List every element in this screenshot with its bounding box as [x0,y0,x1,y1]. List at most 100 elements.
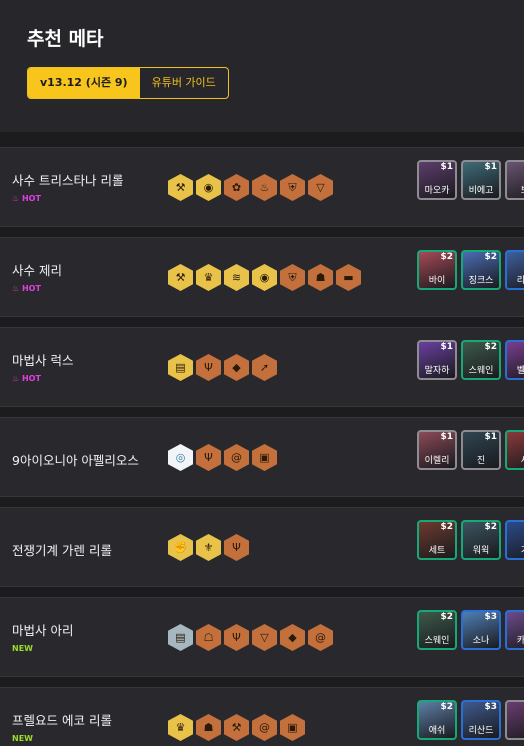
comp-row[interactable]: 사수 트리스타나 리롤 ♨ HOT ⚒◉✿♨⛨▽ $1 마오카 $1 비에고 $1뽀 [0,147,524,227]
new-badge: NEW [12,734,33,743]
comp-row[interactable]: 프렐요드 에코 리롤 NEW ♛ ☗ ⚒ @ ▣ $2 애쉬 $3 리산드 [0,687,524,746]
trait-flower-icon[interactable]: ✿ [224,174,249,201]
champion-portrait[interactable]: $2 바이 [417,250,457,290]
trait-drop-icon[interactable]: ◆ [224,354,249,381]
champion-cost: $1 [440,342,453,352]
trait-spiral-icon[interactable]: @ [252,714,277,741]
trait-shield-icon[interactable]: ⛨ [280,264,305,291]
trait-helmet-icon[interactable]: ⚜ [196,534,221,561]
champion-portrait[interactable]: $2 애쉬 [417,700,457,740]
champion-portrait[interactable]: $3카르 [505,610,524,650]
trait-cannon-icon[interactable]: ◉ [196,174,221,201]
champion-list: $1 이렐리 $1 진 $2세 [417,430,524,470]
champion-portrait[interactable]: $2 스웨인 [417,610,457,650]
trait-scroll-icon[interactable]: ▣ [280,714,305,741]
trait-ring-icon[interactable]: ◎ [168,444,193,471]
comp-name: 마법사 럭스 [12,353,74,368]
trait-cloak-icon[interactable]: ☖ [196,624,221,651]
trait-shield-icon[interactable]: ⛨ [280,174,305,201]
trait-flame-icon[interactable]: ♨ [252,174,277,201]
trait-arrow-icon[interactable]: ➚ [252,354,277,381]
comp-name: 마법사 아리 [12,623,74,638]
champion-portrait[interactable] [505,700,524,740]
champion-portrait[interactable]: $1 말자하 [417,340,457,380]
champion-portrait[interactable]: $3 리산드 [461,700,501,740]
champion-portrait[interactable]: $1 이렐리 [417,430,457,470]
trait-hammer-icon[interactable]: ⚒ [168,174,193,201]
champion-cost: $3 [484,702,497,712]
trait-drop-icon[interactable]: ◆ [280,624,305,651]
trait-fork-icon[interactable]: Ψ [224,534,249,561]
trait-book-icon[interactable]: ▤ [168,624,193,651]
champion-cost: $2 [484,522,497,532]
trait-hammer-icon[interactable]: ⚒ [224,714,249,741]
trait-list: ◎ Ψ @ ▣ [168,444,277,471]
champion-cost: $3 [484,612,497,622]
trait-list: ⚒ ♛ ≋ ◉ ⛨ ☗ ▬ [168,264,361,291]
comp-name: 프렐요드 에코 리롤 [12,713,112,728]
trait-fist-icon[interactable]: ✊ [168,534,193,561]
comp-row[interactable]: 사수 제리 ♨ HOT ⚒♛≋◉⛨☗▬ $2 바이 $2 징크스 $3리산 [0,237,524,317]
champion-portrait[interactable]: $3가 [505,520,524,560]
trait-scroll-icon[interactable]: ▣ [252,444,277,471]
champion-portrait[interactable]: $2세 [505,430,524,470]
comp-row[interactable]: 전쟁기계 가렌 리롤 ✊⚜Ψ $2 세트 $2 워윅 $3가 [0,507,524,587]
trait-triangle-icon[interactable]: ▽ [308,174,333,201]
champion-portrait[interactable]: $1 진 [461,430,501,470]
comp-row[interactable]: 마법사 럭스 ♨ HOT ▤Ψ◆➚ $1 말자하 $2 스웨인 $3벨코 [0,327,524,407]
trait-crown-icon[interactable]: ♛ [168,714,193,741]
champion-cost: $1 [484,162,497,172]
comp-row[interactable]: 9아이오니아 아펠리오스 ◎Ψ@▣ $1 이렐리 $1 진 $2세 [0,417,524,497]
trait-cannon-icon[interactable]: ◉ [252,264,277,291]
champion-portrait[interactable]: $2 스웨인 [461,340,501,380]
trait-mask-icon[interactable]: ☗ [308,264,333,291]
trait-spiral-icon[interactable]: @ [224,444,249,471]
trait-mask-icon[interactable]: ☗ [196,714,221,741]
champion-name: 소나 [472,636,490,646]
trait-book-icon[interactable]: ▤ [168,354,193,381]
champion-name: 진 [476,456,486,466]
trait-spiral-icon[interactable]: @ [308,624,333,651]
comp-name: 전쟁기계 가렌 리롤 [12,543,112,558]
trait-triangle-icon[interactable]: ▽ [252,624,277,651]
champion-portrait[interactable]: $1 비에고 [461,160,501,200]
champion-portrait[interactable]: $3리산 [505,250,524,290]
trait-fork-icon[interactable]: Ψ [196,444,221,471]
champion-list: $2 애쉬 $3 리산드 [417,700,524,740]
champion-name: 스웨인 [468,366,494,376]
hot-badge: ♨ HOT [12,284,41,293]
champion-portrait[interactable]: $1 마오카 [417,160,457,200]
champion-name: 바이 [428,276,446,286]
trait-fork-icon[interactable]: Ψ [224,624,249,651]
champion-cost: $2 [440,612,453,622]
trait-dumbbell-icon[interactable]: ▬ [336,264,361,291]
champion-name: 세트 [428,546,446,556]
trait-fork-icon[interactable]: Ψ [196,354,221,381]
hot-badge: ♨ HOT [12,374,41,383]
champion-name: 세 [507,453,524,466]
page-header: 추천 메타 v13.12 (시즌 9) 유튜버 가이드 [0,0,524,132]
comp-name: 사수 트리스타나 리롤 [12,173,124,188]
champion-cost: $2 [440,702,453,712]
tab-youtuber-guide[interactable]: 유튜버 가이드 [140,68,228,98]
champion-list: $2 스웨인 $3 소나 $3카르 [417,610,524,650]
champion-cost: $2 [440,522,453,532]
champion-portrait[interactable]: $2 워윅 [461,520,501,560]
champion-portrait[interactable]: $3벨코 [505,340,524,380]
champion-cost: $2 [484,252,497,262]
champion-name: 스웨인 [424,636,450,646]
champion-list: $2 바이 $2 징크스 $3리산 [417,250,524,290]
champion-portrait[interactable]: $2 세트 [417,520,457,560]
trait-crown-icon[interactable]: ♛ [196,264,221,291]
trait-wave-icon[interactable]: ≋ [224,264,249,291]
champion-cost: $1 [440,162,453,172]
champion-portrait[interactable]: $3 소나 [461,610,501,650]
trait-hammer-icon[interactable]: ⚒ [168,264,193,291]
champion-portrait[interactable]: $1뽀 [505,160,524,200]
hot-badge: ♨ HOT [12,194,41,203]
tab-version[interactable]: v13.12 (시즌 9) [28,68,140,98]
champion-list: $2 세트 $2 워윅 $3가 [417,520,524,560]
champion-portrait[interactable]: $2 징크스 [461,250,501,290]
champion-name: 카르 [507,633,524,646]
comp-row[interactable]: 마법사 아리 NEW ▤☖Ψ▽◆@ $2 스웨인 $3 소나 $3카르 [0,597,524,677]
